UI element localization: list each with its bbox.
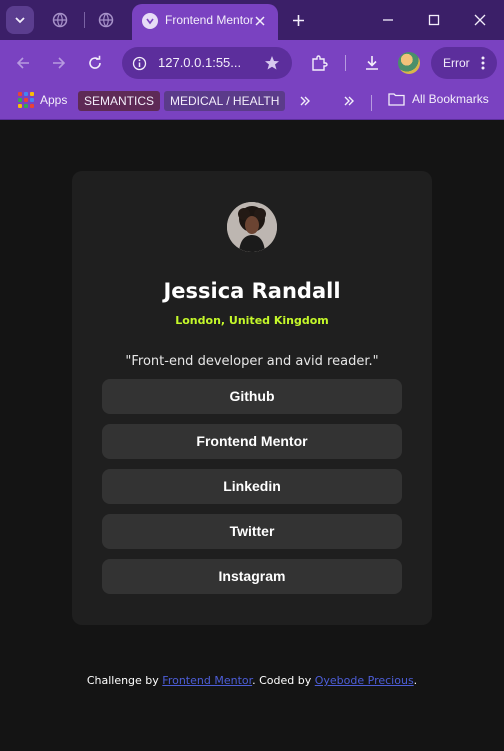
downloads-button[interactable] [362,53,382,73]
globe-icon [98,12,114,28]
close-icon [474,14,486,26]
frontend-mentor-favicon-icon [142,13,158,29]
bookmarks-separator [371,95,372,111]
author-attribution-link[interactable]: Oyebode Precious [315,674,414,687]
bookmark-star-icon[interactable] [264,55,280,71]
download-icon [366,56,378,70]
address-bar[interactable]: 127.0.0.1:55... [122,47,292,79]
minimize-icon [383,19,393,21]
apps-grid-icon [18,92,34,108]
arrow-right-icon [53,57,66,69]
tab-search-button[interactable] [6,6,34,34]
toolbar-separator [345,55,346,71]
profile-avatar-photo [227,202,277,252]
maximize-icon [428,14,440,26]
close-tab-icon[interactable] [252,13,268,29]
github-link-button[interactable]: Github [102,379,402,414]
browser-toolbar: 127.0.0.1:55... Error [0,40,504,86]
footer-middle: . Coded by [252,674,315,687]
tab-strip: Frontend Mentor [0,0,504,40]
bookmark-semantics[interactable]: SEMANTICS [78,91,161,111]
forward-button[interactable] [49,53,69,73]
tab-separator [84,12,85,28]
active-tab[interactable]: Frontend Mentor [132,4,278,40]
globe-icon [52,12,68,28]
linkedin-link-button[interactable]: Linkedin [102,469,402,504]
maximize-button[interactable] [424,10,444,30]
profile-bio: "Front-end developer and avid reader." [125,354,379,369]
extensions-button[interactable] [309,53,329,73]
footer-suffix: . [413,674,418,687]
reload-button[interactable] [85,53,105,73]
twitter-link-button[interactable]: Twitter [102,514,402,549]
social-links: Github Frontend Mentor Linkedin Twitter … [102,379,402,604]
puzzle-piece-icon [312,55,328,71]
apps-label: Apps [40,93,68,107]
url-text: 127.0.0.1:55... [158,55,242,70]
profile-error-button[interactable]: Error [431,47,497,79]
profile-location: London, United Kingdom [175,314,329,327]
frontend-mentor-link-button[interactable]: Frontend Mentor [102,424,402,459]
footer-prefix: Challenge by [86,674,163,687]
bookmarks-overflow-button[interactable] [298,94,312,108]
new-tab-button[interactable] [288,10,308,30]
profile-error-label: Error [443,56,470,70]
profile-avatar[interactable] [398,52,420,74]
all-bookmarks-label: All Bookmarks [412,92,489,106]
tab-title: Frontend Mentor [165,13,253,27]
more-vertical-icon [476,55,490,71]
close-window-button[interactable] [470,10,490,30]
all-bookmarks-button[interactable]: All Bookmarks [388,92,489,106]
profile-card: Jessica Randall London, United Kingdom "… [72,171,432,625]
arrow-left-icon [16,57,29,69]
folder-icon [388,93,405,106]
minimize-button[interactable] [378,10,398,30]
bookmark-medical-health[interactable]: MEDICAL / HEALTH [164,91,286,111]
double-chevron-right-icon [300,96,310,106]
bookmark-apps[interactable]: Apps [18,92,67,108]
back-button[interactable] [13,53,33,73]
reload-icon [89,55,101,69]
frontend-mentor-attribution-link[interactable]: Frontend Mentor [162,674,252,687]
bookmarks-bar: Apps SEMANTICS MEDICAL / HEALTH All Book… [0,86,504,120]
page-viewport: Jessica Randall London, United Kingdom "… [0,121,504,751]
inactive-tab-2[interactable] [97,11,115,29]
instagram-link-button[interactable]: Instagram [102,559,402,594]
double-chevron-right-icon [344,96,354,106]
attribution-footer: Challenge by Frontend Mentor. Coded by O… [0,674,504,687]
inactive-tab-1[interactable] [51,11,69,29]
plus-icon [292,14,304,26]
profile-name: Jessica Randall [163,279,341,303]
chevron-down-icon [15,17,25,24]
bookmarks-overflow-button-2[interactable] [342,94,356,108]
site-info-icon[interactable] [131,55,147,71]
